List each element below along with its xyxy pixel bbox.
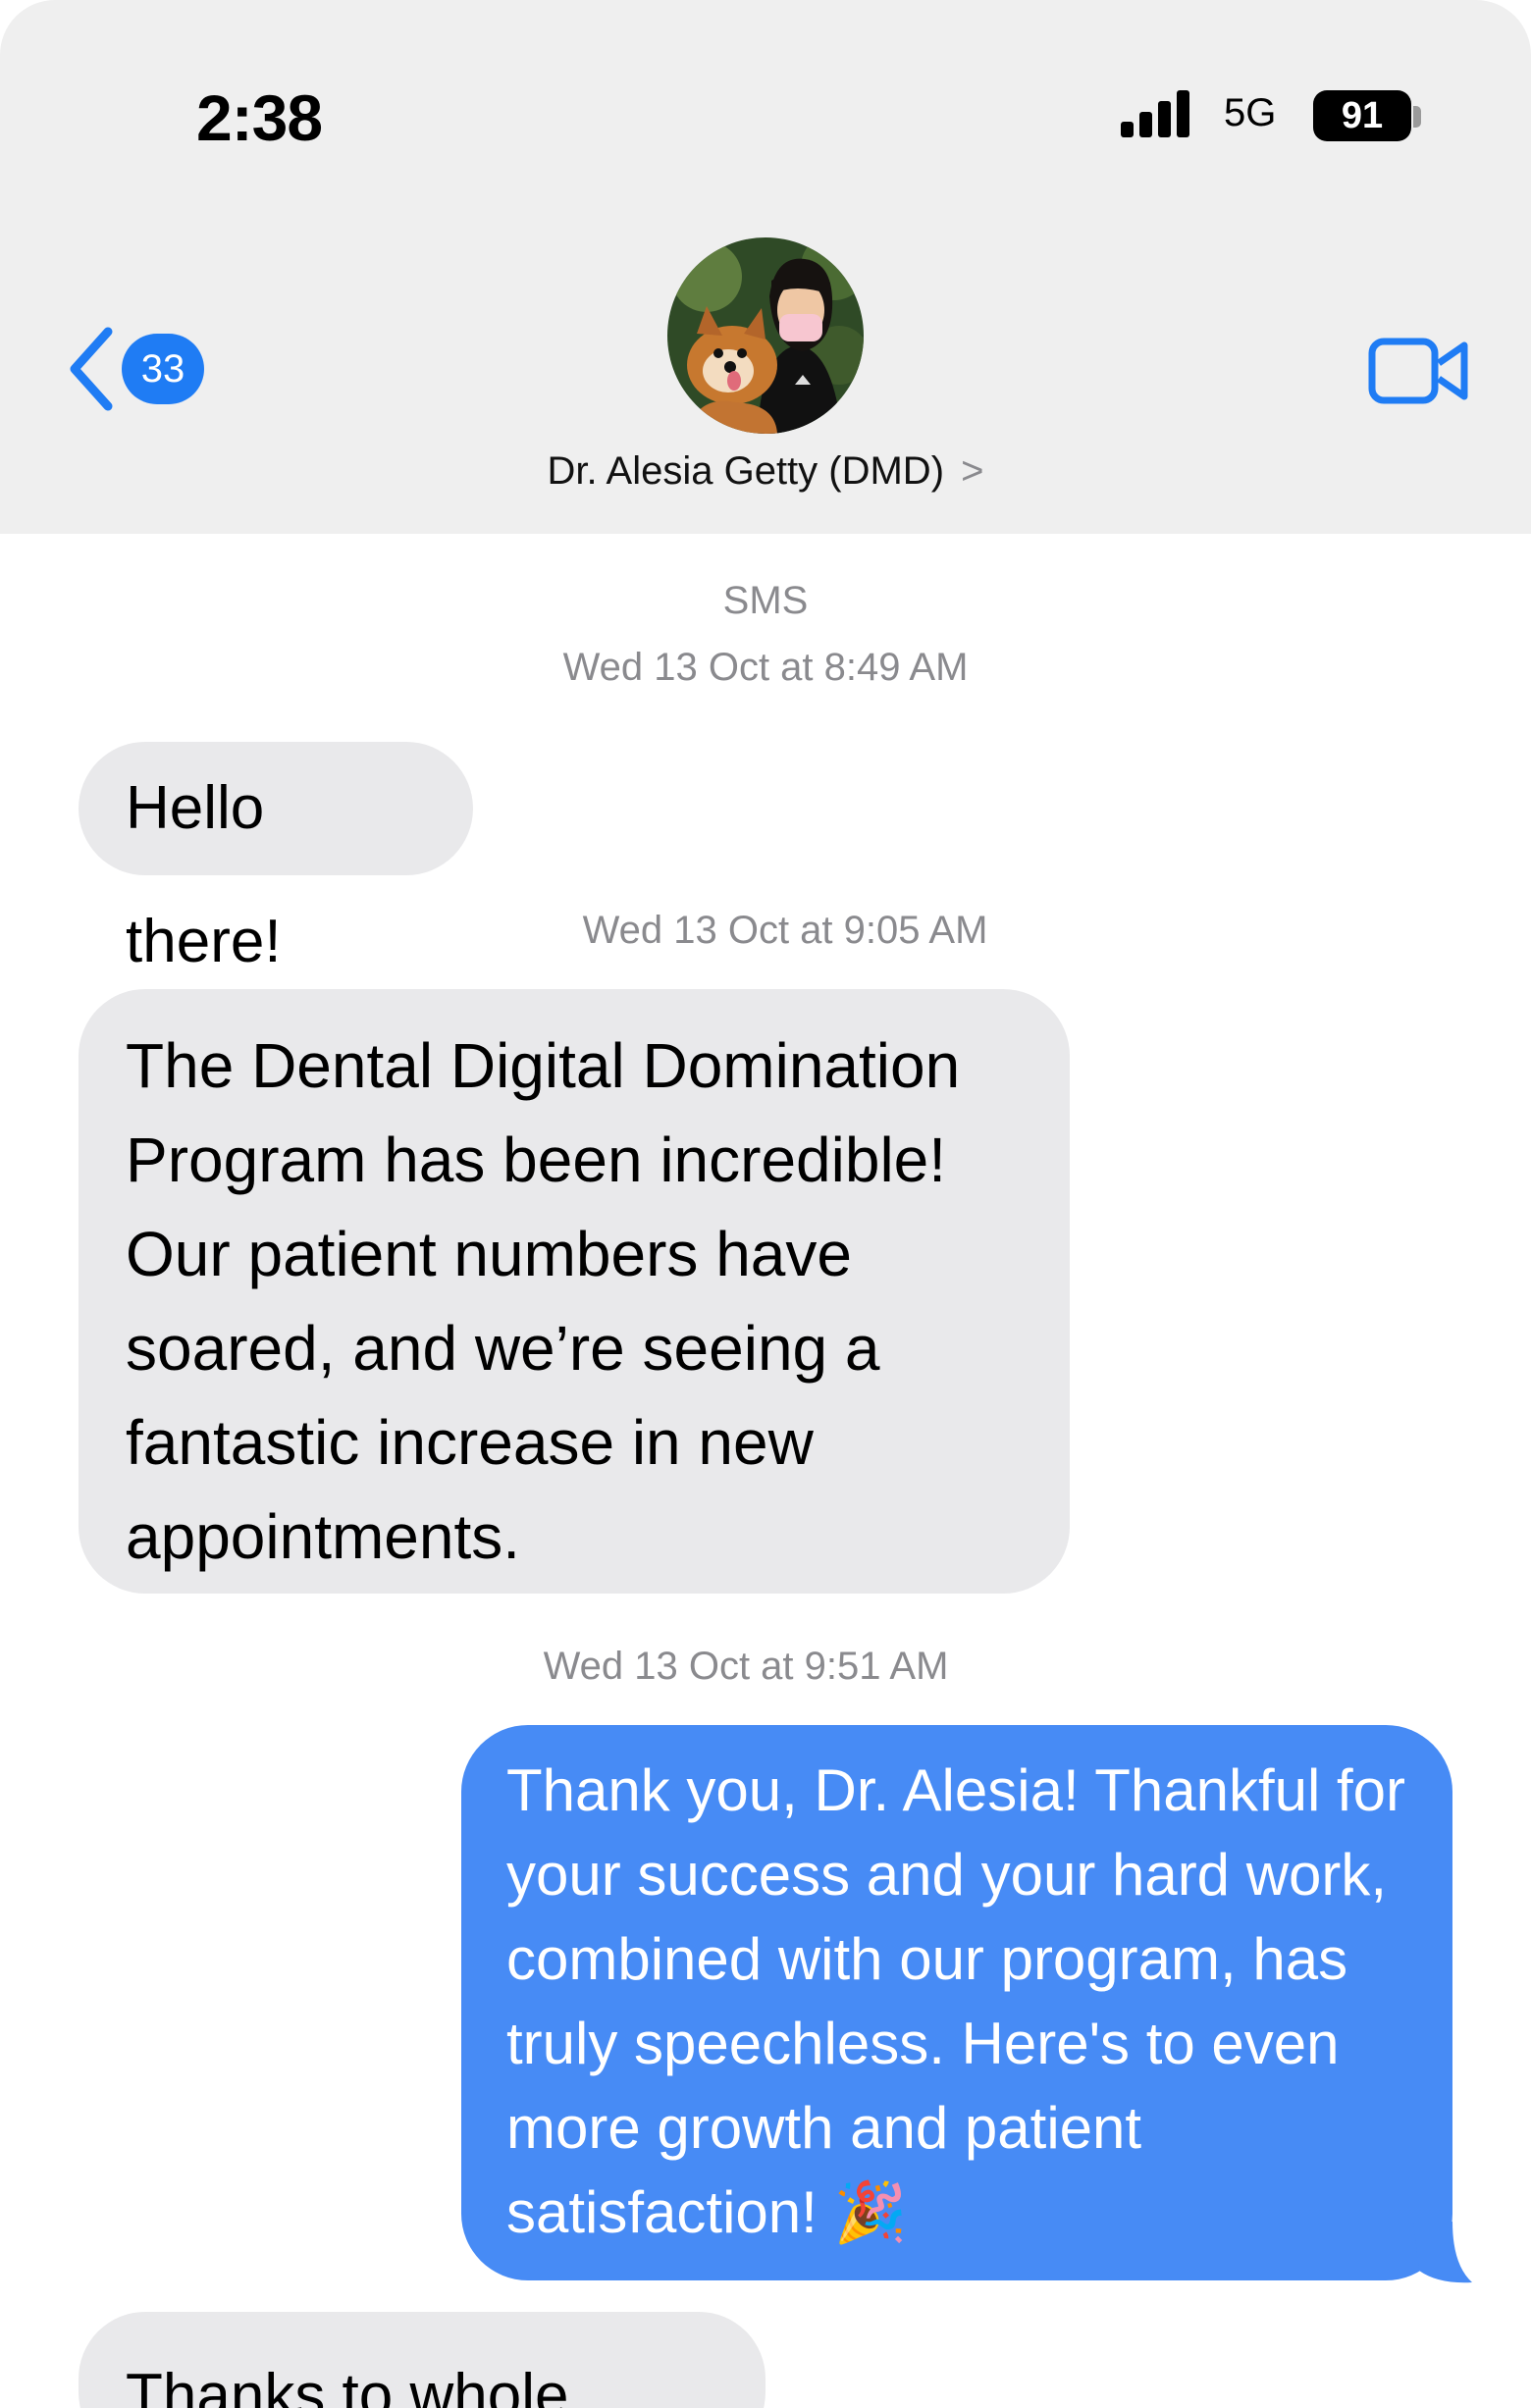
received-message-bubble[interactable]: The Dental Digital Domination Program ha… <box>79 989 1070 1594</box>
message-line: combined with our program, has <box>506 1926 1348 1992</box>
message-line: soared, and we’re seeing a <box>126 1313 880 1384</box>
timestamp: Wed 13 Oct at 9:05 AM <box>582 909 988 952</box>
received-message-bubble[interactable]: Thanks to whole team! <box>79 2312 766 2408</box>
contact-name-button[interactable]: Dr. Alesia Getty (DMD) > <box>0 449 1531 494</box>
network-label: 5G <box>1224 91 1277 134</box>
chevron-right-icon: > <box>961 449 984 493</box>
message-line: fantastic increase in new <box>126 1407 814 1478</box>
contact-name: Dr. Alesia Getty (DMD) <box>547 449 945 493</box>
signal-icon <box>1121 90 1191 137</box>
battery-icon: 91 <box>1313 90 1411 141</box>
timestamp: Wed 13 Oct at 8:49 AM <box>562 646 969 689</box>
conversation-header: 2:38 5G 91 33 Dr. Alesia Getty (DMD) > <box>0 0 1531 534</box>
status-time: 2:38 <box>196 81 323 154</box>
message-line: The Dental Digital Domination <box>126 1030 961 1101</box>
received-message-bubble[interactable]: Hello there! <box>79 742 473 975</box>
message-line: your success and your hard work, <box>506 1842 1388 1908</box>
timestamp: Wed 13 Oct at 9:51 AM <box>543 1645 949 1688</box>
unread-count-badge[interactable]: 33 <box>122 334 204 404</box>
sent-message-bubble[interactable]: Thank you, Dr. Alesia! Thankful for your… <box>461 1725 1452 2280</box>
message-line: appointments. <box>126 1501 521 1572</box>
message-line: Program has been incredible! <box>126 1125 947 1195</box>
back-chevron-icon[interactable] <box>65 326 120 412</box>
message-line: more growth and patient <box>506 2095 1142 2161</box>
sent-bubble-tail <box>1413 2222 1472 2283</box>
messages-screen: 2:38 5G 91 33 Dr. Alesia Getty (DMD) > S… <box>0 0 1531 2408</box>
message-line: Our patient numbers have <box>126 1219 852 1289</box>
service-label: SMS <box>722 579 809 622</box>
message-line: truly speechless. Here's to even <box>506 2011 1340 2076</box>
avatar-photo[interactable] <box>667 237 864 434</box>
battery-cap <box>1413 106 1421 128</box>
message-text: Thanks to whole team! <box>126 2362 569 2408</box>
video-camera-icon[interactable] <box>1368 336 1470 406</box>
message-line: Thank you, Dr. Alesia! Thankful for <box>506 1757 1406 1823</box>
message-line: satisfaction! 🎉 <box>506 2179 908 2245</box>
